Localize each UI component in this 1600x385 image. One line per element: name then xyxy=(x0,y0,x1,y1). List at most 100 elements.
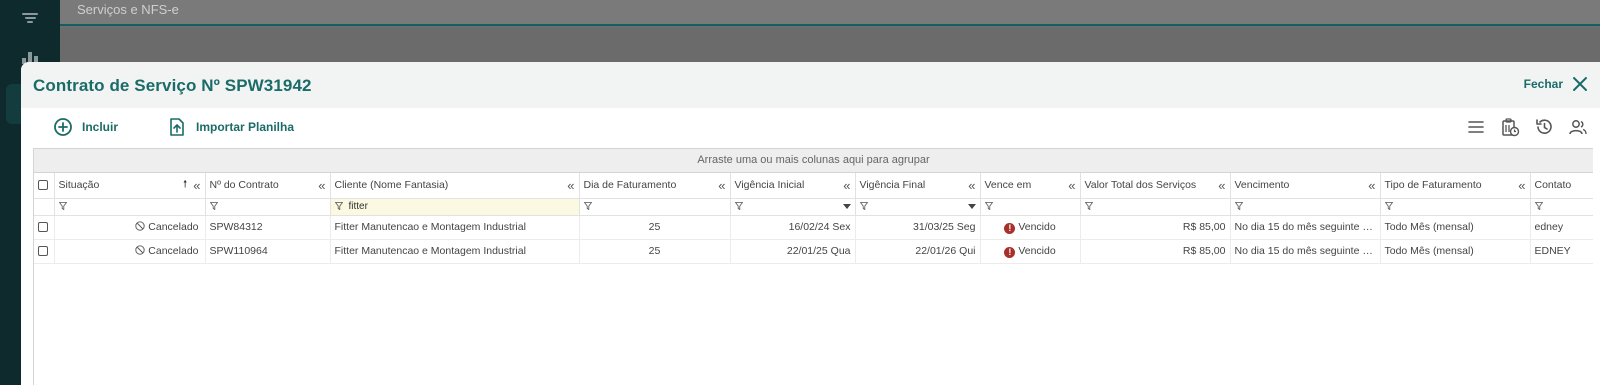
close-icon[interactable] xyxy=(1572,76,1588,92)
collapse-column-icon[interactable]: « xyxy=(843,178,850,193)
close-button[interactable]: Fechar xyxy=(1524,76,1588,92)
cell-contato: EDNEY xyxy=(1530,239,1593,264)
vence-em-text: Vencido xyxy=(1018,244,1056,257)
import-spreadsheet-button[interactable]: Importar Planilha xyxy=(167,117,294,137)
filter-cliente[interactable]: fitter xyxy=(330,198,580,216)
filter-icon[interactable] xyxy=(1384,202,1393,211)
collapse-column-icon[interactable]: « xyxy=(1218,178,1225,193)
breadcrumb[interactable]: Serviços e NFS-e xyxy=(77,2,179,17)
cell-vence-em: ! Vencido xyxy=(980,239,1081,264)
group-panel[interactable]: Arraste uma ou mais colunas aqui para ag… xyxy=(34,149,1593,173)
column-header-dia-faturamento[interactable]: Dia de Faturamento « xyxy=(579,173,731,199)
column-header-vencimento[interactable]: Vencimento « xyxy=(1230,173,1381,199)
column-label: Vigência Final xyxy=(859,179,926,192)
file-upload-icon xyxy=(170,118,184,136)
filter-vigencia-inicial[interactable] xyxy=(730,198,856,216)
filter-vigencia-final[interactable] xyxy=(855,198,981,216)
include-button[interactable]: Incluir xyxy=(53,117,118,137)
cell-contrato: SPW110964 xyxy=(205,239,331,264)
modal-title: Contrato de Serviço Nº SPW31942 xyxy=(33,76,312,95)
filter-icon[interactable] xyxy=(583,202,592,211)
filter-cliente-value[interactable]: fitter xyxy=(349,201,368,212)
filter-valor-total[interactable] xyxy=(1080,198,1231,216)
cell-cliente: Fitter Manutencao e Montagem Industrial xyxy=(330,239,580,264)
column-header-tipo-faturamento[interactable]: Tipo de Faturamento « xyxy=(1380,173,1531,199)
column-header-situacao[interactable]: Situação 🠕 « xyxy=(54,173,206,199)
date-filter-dropdown-icon[interactable] xyxy=(842,203,851,209)
row-checkbox[interactable] xyxy=(38,222,48,233)
import-label: Importar Planilha xyxy=(196,120,295,134)
cell-tipo-faturamento: Todo Mês (mensal) xyxy=(1380,215,1531,240)
menu-icon[interactable] xyxy=(21,11,39,25)
column-header-valor-total[interactable]: Valor Total dos Serviços « xyxy=(1080,173,1231,199)
cell-vence-em: ! Vencido xyxy=(980,215,1081,240)
cell-vigencia-inicial: 16/02/24 Sex xyxy=(730,215,856,240)
row-select-cell xyxy=(34,239,55,264)
collapse-column-icon[interactable]: « xyxy=(1068,178,1075,193)
filter-icon[interactable] xyxy=(1084,202,1093,211)
collapse-column-icon[interactable]: « xyxy=(318,178,325,193)
filter-icon[interactable] xyxy=(1534,202,1543,211)
collapse-column-icon[interactable]: « xyxy=(567,178,574,193)
row-select-cell xyxy=(34,215,55,240)
table-row[interactable]: Cancelado SPW110964 Fitter Manutencao e … xyxy=(34,239,1593,264)
column-header-contrato[interactable]: Nº do Contrato « xyxy=(205,173,331,199)
cell-dia-faturamento: 25 xyxy=(579,215,731,240)
status-text: Cancelado xyxy=(148,245,199,257)
history-icon[interactable] xyxy=(1534,117,1554,137)
select-all-checkbox[interactable] xyxy=(38,180,48,191)
warning-icon: ! xyxy=(1004,246,1016,258)
filter-tipo-faturamento[interactable] xyxy=(1380,198,1531,216)
cell-dia-faturamento: 25 xyxy=(579,239,731,264)
columns-menu-icon[interactable] xyxy=(1466,117,1486,137)
collapse-column-icon[interactable]: « xyxy=(968,178,975,193)
toolbar: Incluir Importar Planilha xyxy=(21,108,1600,148)
column-header-vigencia-final[interactable]: Vigência Final « xyxy=(855,173,981,199)
collapse-column-icon[interactable]: « xyxy=(1518,178,1525,193)
column-label: Dia de Faturamento xyxy=(583,179,677,192)
column-label: Vigência Inicial xyxy=(734,179,805,192)
cell-vigencia-final: 22/01/26 Qui xyxy=(855,239,981,264)
column-header-cliente[interactable]: Cliente (Nome Fantasia) « xyxy=(330,173,580,199)
column-label: Vence em xyxy=(984,179,1032,192)
filter-contato[interactable] xyxy=(1530,198,1593,216)
filter-dia-faturamento[interactable] xyxy=(579,198,731,216)
filter-icon[interactable] xyxy=(734,202,743,211)
filter-icon[interactable] xyxy=(334,202,343,211)
column-label: Vencimento xyxy=(1234,179,1290,192)
filter-icon[interactable] xyxy=(1234,202,1243,211)
vence-em-text: Vencido xyxy=(1018,220,1056,233)
column-header-vigencia-inicial[interactable]: Vigência Inicial « xyxy=(730,173,856,199)
include-label: Incluir xyxy=(82,120,119,134)
contracts-grid: Arraste uma ou mais colunas aqui para ag… xyxy=(33,148,1593,385)
filter-icon[interactable] xyxy=(984,202,993,211)
filter-icon[interactable] xyxy=(209,202,218,211)
status-text: Cancelado xyxy=(148,221,199,233)
collapse-column-icon[interactable]: « xyxy=(193,178,200,193)
filter-contrato[interactable] xyxy=(205,198,331,216)
close-label[interactable]: Fechar xyxy=(1524,77,1563,91)
row-checkbox[interactable] xyxy=(38,246,48,257)
filter-icon[interactable] xyxy=(58,202,67,211)
column-header-contato[interactable]: Contato xyxy=(1530,173,1593,199)
date-filter-dropdown-icon[interactable] xyxy=(967,203,976,209)
collapse-column-icon[interactable]: « xyxy=(1368,178,1375,193)
cancelled-icon xyxy=(135,245,145,255)
sort-ascending-icon[interactable]: 🠕 xyxy=(183,177,187,194)
filter-situacao[interactable] xyxy=(54,198,206,216)
filter-row: fitter xyxy=(34,198,1593,216)
column-header-vence-em[interactable]: Vence em « xyxy=(980,173,1081,199)
clipboard-clock-icon[interactable] xyxy=(1500,117,1520,137)
users-icon[interactable] xyxy=(1568,117,1588,137)
cell-situacao: Cancelado xyxy=(54,215,206,240)
collapse-column-icon[interactable]: « xyxy=(718,178,725,193)
cell-valor-total: R$ 85,00 xyxy=(1080,239,1231,264)
warning-icon: ! xyxy=(1004,222,1016,234)
cell-vencimento: No dia 15 do mês seguinte ao... xyxy=(1230,215,1381,240)
filter-vence-em[interactable] xyxy=(980,198,1081,216)
filter-icon[interactable] xyxy=(859,202,868,211)
filter-vencimento[interactable] xyxy=(1230,198,1381,216)
contract-modal: Contrato de Serviço Nº SPW31942 Fechar I… xyxy=(21,62,1600,385)
plus-circle-icon xyxy=(54,118,72,136)
table-row[interactable]: Cancelado SPW84312 Fitter Manutencao e M… xyxy=(34,215,1593,240)
